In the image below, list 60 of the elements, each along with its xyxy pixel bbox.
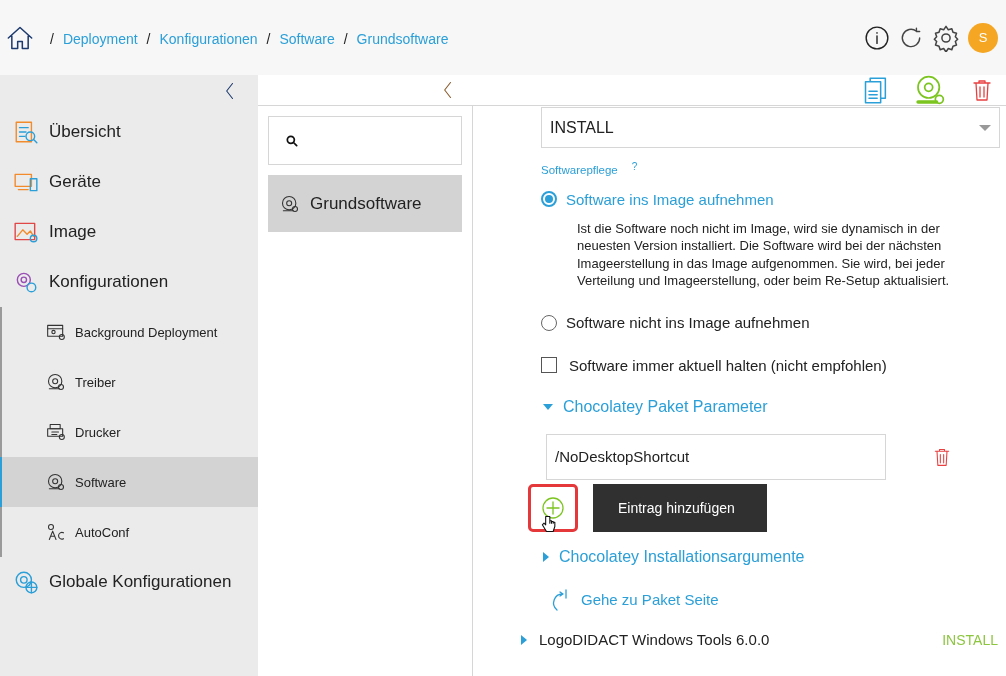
option-description: Ist die Software noch nicht im Image, wird sie dynamisch in der neuesten Version installiert. Die Software wird bei der nächsten Imageerstellung in das Image aufgenommen. Sie wird, bei jeder Verteilung und Imageerstellung, oder beim Re-Setup aktualisiert. bbox=[577, 220, 951, 290]
monitor-gear-icon bbox=[46, 322, 66, 342]
sidebar-label: Geräte bbox=[49, 172, 101, 192]
caret-icon bbox=[543, 403, 553, 410]
search-field[interactable] bbox=[268, 116, 462, 165]
delete-icon bbox=[932, 446, 952, 467]
sidebar-label: Globale Konfigurationen bbox=[49, 572, 232, 592]
section-title: Chocolatey Paket Parameter bbox=[563, 397, 768, 416]
checkbox-label: Software immer aktuell halten (nicht empfohlen) bbox=[569, 356, 887, 374]
sidebar-item[interactable]: Konfigurationen bbox=[0, 257, 258, 307]
disc-icon bbox=[46, 372, 66, 392]
breadcrumb-separator: / bbox=[266, 30, 271, 47]
section-title: Chocolatey Installationsargumente bbox=[559, 547, 805, 566]
search-icon bbox=[285, 133, 299, 148]
printer-icon bbox=[46, 422, 66, 442]
sidebar-item[interactable]: Image bbox=[0, 207, 258, 257]
sidebar-subitem[interactable]: Treiber bbox=[0, 357, 258, 407]
sidebar-label: Übersicht bbox=[49, 122, 121, 142]
field-label: Softwarepflege bbox=[541, 164, 618, 176]
gear-globe-icon bbox=[13, 569, 39, 595]
sidebar-item[interactable]: Globale Konfigurationen bbox=[0, 557, 258, 607]
sidebar-item[interactable]: Übersicht bbox=[0, 107, 258, 157]
sidebar-item[interactable]: Geräte bbox=[0, 157, 258, 207]
sidebar-label: Image bbox=[49, 222, 97, 242]
package-row[interactable]: LogoDIDACT Windows Tools 6.0.0 INSTALL bbox=[521, 631, 998, 648]
breadcrumb-separator: / bbox=[146, 30, 151, 47]
parameter-field[interactable]: /NoDesktopShortcut bbox=[546, 433, 886, 480]
sidebar-label: Drucker bbox=[75, 424, 121, 440]
disc-icon bbox=[46, 472, 66, 492]
gear-ac-icon bbox=[46, 522, 66, 542]
sidebar-subitem[interactable]: AutoConf bbox=[0, 507, 258, 557]
info-icon bbox=[864, 24, 890, 51]
tooltip: Eintrag hinzufügen bbox=[593, 483, 767, 532]
breadcrumb-separator: / bbox=[50, 30, 54, 47]
sidebar-label: Treiber bbox=[75, 374, 116, 390]
disc-gear-icon bbox=[914, 74, 946, 106]
disc-icon bbox=[280, 193, 300, 214]
package-name: LogoDIDACT Windows Tools 6.0.0 bbox=[539, 631, 771, 648]
checkbox[interactable] bbox=[541, 357, 557, 374]
sidebar-label: Software bbox=[75, 474, 127, 490]
list-item[interactable]: Grundsoftware bbox=[268, 175, 462, 232]
sidebar-label: AutoConf bbox=[75, 524, 130, 540]
sidebar-subitem[interactable]: Software bbox=[0, 457, 258, 507]
list-item-label: Grundsoftware bbox=[310, 193, 422, 214]
radio-label: Software ins Image aufnehmen bbox=[566, 190, 774, 208]
add-icon bbox=[541, 495, 565, 520]
sidebar-subitem[interactable]: Drucker bbox=[0, 407, 258, 457]
report-icon bbox=[13, 119, 39, 145]
sidebar-label: Background Deployment bbox=[75, 324, 218, 340]
settings-icon bbox=[932, 23, 960, 52]
breadcrumb-separator: / bbox=[343, 30, 348, 47]
caret-icon bbox=[979, 124, 991, 131]
radio-label: Software nicht ins Image aufnehmen bbox=[566, 314, 810, 332]
radio-button[interactable] bbox=[541, 191, 557, 207]
caret-icon bbox=[521, 634, 527, 645]
sidebar-subitem[interactable]: Background Deployment bbox=[0, 307, 258, 357]
package-action: INSTALL bbox=[942, 631, 998, 648]
caret-icon bbox=[543, 551, 549, 562]
install-dropdown[interactable]: INSTALL bbox=[541, 107, 1000, 148]
sidebar-label: Konfigurationen bbox=[49, 272, 169, 292]
